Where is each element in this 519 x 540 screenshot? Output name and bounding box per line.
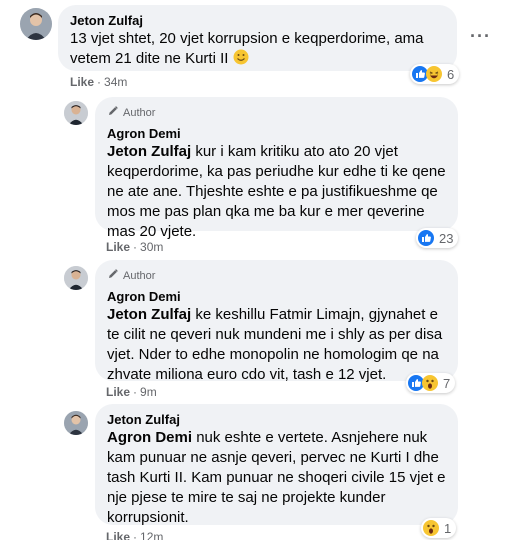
separator-dot: ·: [133, 240, 138, 254]
pencil-icon: [107, 105, 119, 120]
comment-timestamp[interactable]: 9m: [140, 385, 157, 399]
author-badge-label: Author: [123, 106, 156, 119]
wow-reaction-icon: [422, 375, 438, 391]
separator-dot: ·: [133, 385, 138, 399]
author-badge: Author: [107, 268, 446, 283]
reaction-summary[interactable]: 1: [421, 518, 457, 538]
comment-author-name[interactable]: Agron Demi: [107, 289, 446, 304]
avatar[interactable]: [64, 101, 88, 125]
reaction-count: 6: [447, 66, 455, 82]
avatar[interactable]: [64, 266, 88, 290]
comment-bubble: Jeton Zulfaj 13 vjet shtet, 20 vjet korr…: [58, 5, 457, 71]
like-reaction-icon: [418, 230, 434, 246]
comment-bubble: Author Agron Demi Jeton Zulfaj ke keshil…: [95, 260, 458, 383]
comment-text: Agron Demi nuk eshte e vertete. Asnjeher…: [107, 428, 446, 528]
comment-text: 13 vjet shtet, 20 vjet korrupsion e keqp…: [70, 29, 445, 69]
comment-meta: Like · 12m: [106, 530, 163, 540]
reaction-summary[interactable]: 6: [410, 64, 460, 84]
like-button[interactable]: Like: [106, 240, 130, 254]
separator-dot: ·: [97, 75, 102, 89]
comment-text: Jeton Zulfaj ke keshillu Fatmir Limajn, …: [107, 305, 446, 385]
smile-emoji-icon: [233, 49, 249, 65]
comment-timestamp[interactable]: 34m: [104, 75, 127, 89]
pencil-icon: [107, 268, 119, 283]
comment-author-name[interactable]: Jeton Zulfaj: [107, 412, 446, 427]
separator-dot: ·: [133, 530, 138, 540]
comment-author-name[interactable]: Jeton Zulfaj: [70, 13, 445, 28]
comment-meta: Like · 9m: [106, 385, 157, 399]
comment-bubble: Jeton Zulfaj Agron Demi nuk eshte e vert…: [95, 404, 458, 528]
comment-meta: Like · 30m: [106, 240, 163, 254]
mention-link[interactable]: Agron Demi: [107, 429, 192, 446]
comment-bubble: Author Agron Demi Jeton Zulfaj kur i kam…: [95, 97, 458, 240]
mention-link[interactable]: Jeton Zulfaj: [107, 306, 191, 323]
like-button[interactable]: Like: [70, 75, 94, 89]
reaction-summary[interactable]: 23: [416, 228, 459, 248]
like-button[interactable]: Like: [106, 385, 130, 399]
author-badge-label: Author: [123, 269, 156, 282]
reaction-count: 1: [444, 520, 452, 536]
more-options-button[interactable]: ···: [470, 26, 491, 47]
reaction-count: 7: [443, 375, 451, 391]
mention-link[interactable]: Jeton Zulfaj: [107, 143, 191, 160]
comment-timestamp[interactable]: 12m: [140, 530, 163, 540]
comment-author-name[interactable]: Agron Demi: [107, 126, 446, 141]
reaction-count: 23: [439, 230, 454, 246]
comment-meta: Like · 34m: [70, 75, 127, 89]
reaction-summary[interactable]: 7: [406, 373, 456, 393]
avatar[interactable]: [64, 411, 88, 435]
like-button[interactable]: Like: [106, 530, 130, 540]
author-badge: Author: [107, 105, 446, 120]
wow-reaction-icon: [423, 520, 439, 536]
haha-reaction-icon: [426, 66, 442, 82]
comment-text: Jeton Zulfaj kur i kam kritiku ato ato 2…: [107, 142, 446, 242]
avatar[interactable]: [20, 8, 52, 40]
comment-timestamp[interactable]: 30m: [140, 240, 163, 254]
